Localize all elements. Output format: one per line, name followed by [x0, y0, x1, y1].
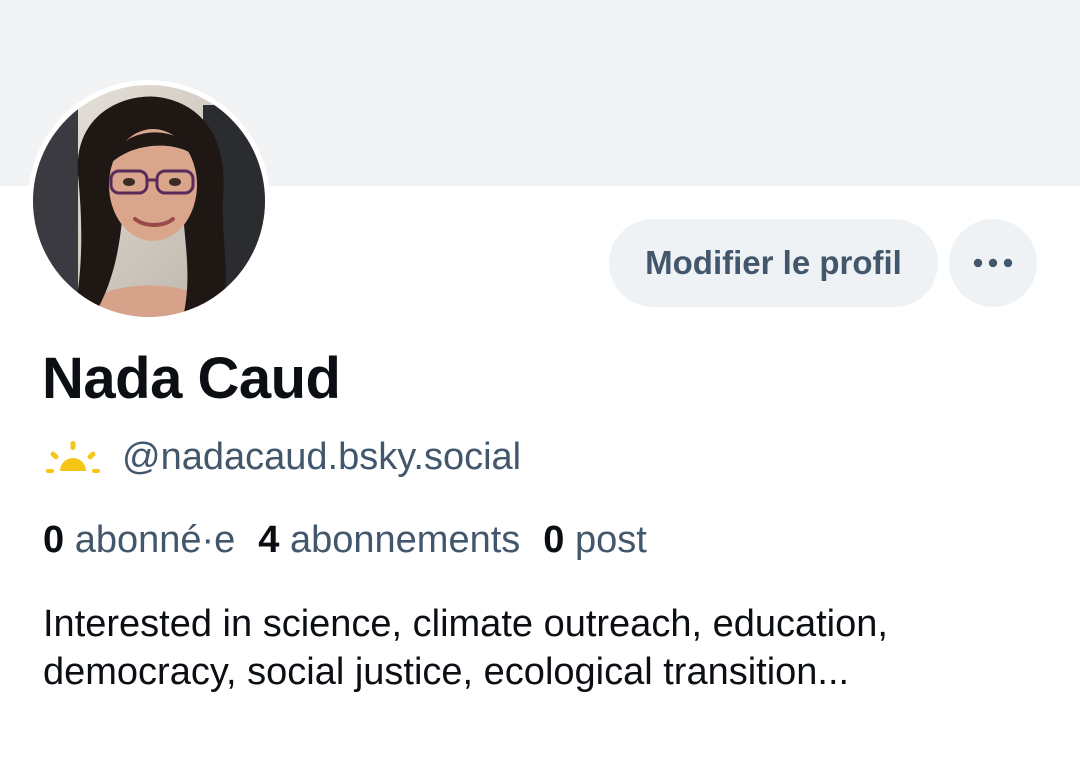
display-name: Nada Caud: [42, 346, 341, 411]
followers-stat[interactable]: 0 abonné·e: [43, 519, 235, 562]
posts-label: post: [575, 518, 647, 561]
following-label: abonnements: [290, 518, 521, 561]
following-count: 4: [258, 518, 280, 561]
following-stat[interactable]: 4 abonnements: [258, 519, 520, 562]
profile-stats: 0 abonné·e 4 abonnements 0 post: [43, 514, 670, 566]
sunrise-icon: [46, 441, 100, 473]
more-horizontal-icon: [973, 258, 1013, 268]
more-options-button[interactable]: [949, 219, 1037, 307]
profile-page: Modifier le profil Nada Caud @nadacaud.b…: [0, 0, 1080, 773]
avatar-photo: [33, 85, 265, 317]
profile-bio: Interested in science, climate outreach,…: [43, 603, 888, 693]
followers-count: 0: [43, 518, 65, 561]
handle[interactable]: @nadacaud.bsky.social: [122, 436, 521, 479]
posts-stat: 0 post: [543, 519, 647, 562]
avatar[interactable]: [28, 80, 270, 322]
edit-profile-button[interactable]: Modifier le profil: [609, 219, 938, 307]
posts-count: 0: [543, 518, 565, 561]
followers-label: abonné·e: [74, 518, 236, 561]
handle-row: @nadacaud.bsky.social: [44, 432, 521, 482]
